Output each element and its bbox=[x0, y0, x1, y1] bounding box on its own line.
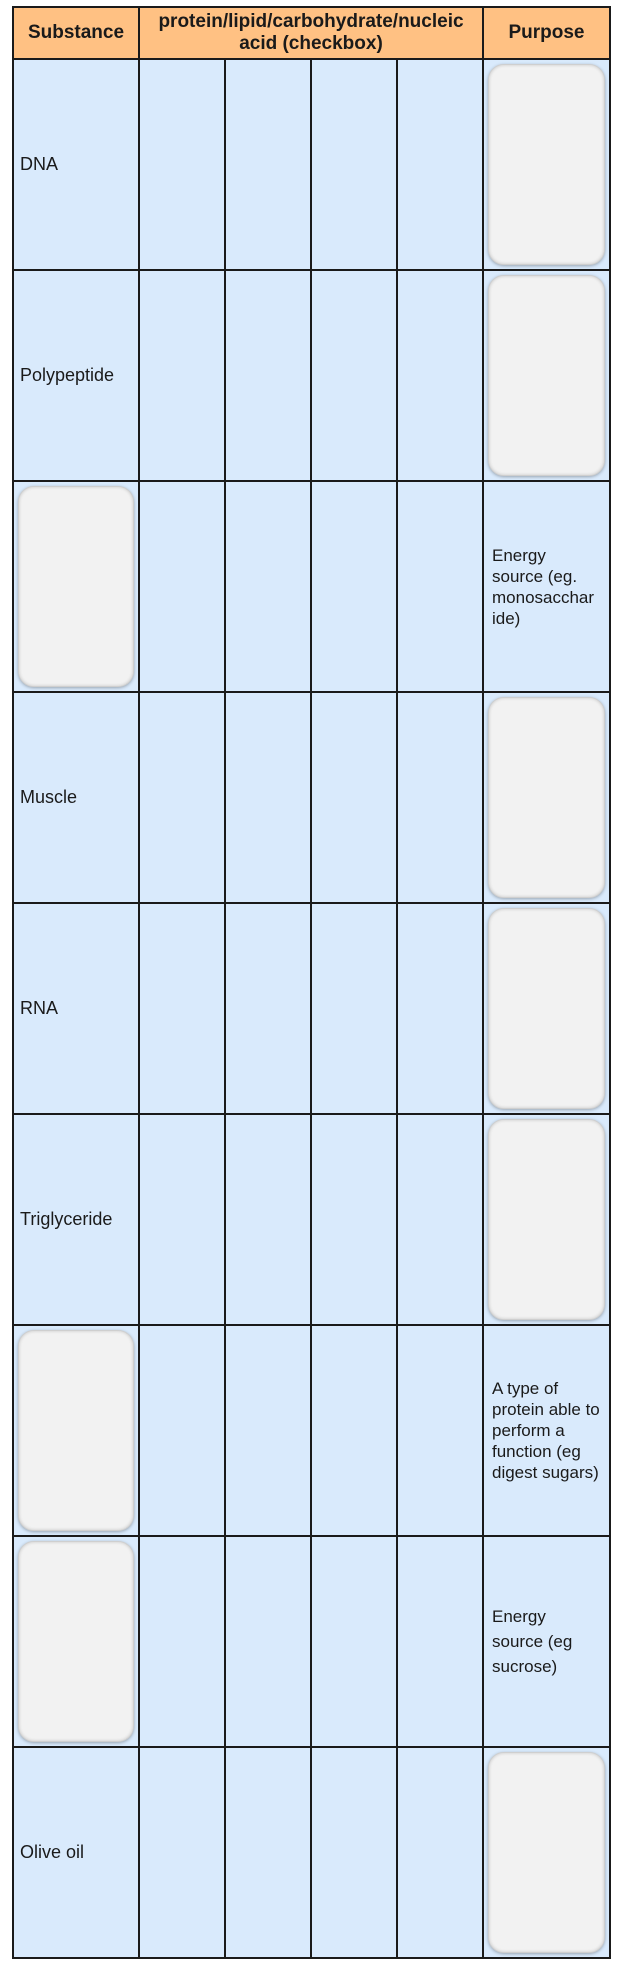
purpose-drop-zone[interactable] bbox=[488, 697, 605, 898]
purpose-cell bbox=[482, 1113, 611, 1326]
substance-cell: Triglyceride bbox=[12, 1113, 140, 1326]
lipid-checkbox-cell[interactable] bbox=[224, 1746, 312, 1959]
table-row: RNA bbox=[12, 902, 611, 1115]
purpose-cell bbox=[482, 269, 611, 482]
lipid-checkbox-cell[interactable] bbox=[224, 58, 312, 271]
purpose-cell bbox=[482, 902, 611, 1115]
carbohydrate-checkbox-cell[interactable] bbox=[310, 1535, 398, 1748]
table-row: Energy source (eg sucrose) bbox=[12, 1535, 611, 1748]
table-row: Olive oil bbox=[12, 1746, 611, 1959]
carbohydrate-checkbox-cell[interactable] bbox=[310, 1746, 398, 1959]
purpose-cell bbox=[482, 58, 611, 271]
nucleic-acid-checkbox-cell[interactable] bbox=[396, 1535, 484, 1748]
header-row: Substance protein/lipid/carbohydrate/nuc… bbox=[12, 6, 611, 60]
purpose-label: Energy source (eg sucrose) bbox=[492, 1607, 573, 1676]
substance-drop-zone[interactable] bbox=[18, 1330, 134, 1531]
protein-checkbox-cell[interactable] bbox=[138, 902, 226, 1115]
protein-checkbox-cell[interactable] bbox=[138, 1535, 226, 1748]
lipid-checkbox-cell[interactable] bbox=[224, 902, 312, 1115]
nucleic-acid-checkbox-cell[interactable] bbox=[396, 1746, 484, 1959]
nucleic-acid-checkbox-cell[interactable] bbox=[396, 1113, 484, 1326]
carbohydrate-checkbox-cell[interactable] bbox=[310, 1324, 398, 1537]
substance-cell: Olive oil bbox=[12, 1746, 140, 1959]
nucleic-acid-checkbox-cell[interactable] bbox=[396, 1324, 484, 1537]
substance-label: RNA bbox=[20, 998, 59, 1018]
substance-cell bbox=[12, 1535, 140, 1748]
purpose-label: Energy source (eg. monosacchar ide) bbox=[492, 545, 595, 628]
classification-header: protein/lipid/carbohydrate/nucleic acid … bbox=[138, 6, 484, 60]
purpose-cell: Energy source (eg sucrose) bbox=[482, 1535, 611, 1748]
substance-label: DNA bbox=[20, 154, 59, 174]
substance-label: Muscle bbox=[20, 787, 78, 807]
lipid-checkbox-cell[interactable] bbox=[224, 480, 312, 693]
table-row: Energy source (eg. monosacchar ide) bbox=[12, 480, 611, 693]
substance-cell: Muscle bbox=[12, 691, 140, 904]
nucleic-acid-checkbox-cell[interactable] bbox=[396, 902, 484, 1115]
nucleic-acid-checkbox-cell[interactable] bbox=[396, 691, 484, 904]
substance-drop-zone[interactable] bbox=[18, 1541, 134, 1742]
purpose-drop-zone[interactable] bbox=[488, 275, 605, 476]
carbohydrate-checkbox-cell[interactable] bbox=[310, 1113, 398, 1326]
substance-label: Triglyceride bbox=[20, 1209, 113, 1229]
purpose-drop-zone[interactable] bbox=[488, 64, 605, 265]
substance-cell bbox=[12, 1324, 140, 1537]
protein-checkbox-cell[interactable] bbox=[138, 269, 226, 482]
lipid-checkbox-cell[interactable] bbox=[224, 1535, 312, 1748]
table-row: DNA bbox=[12, 58, 611, 271]
purpose-cell: A type of protein able to perform a func… bbox=[482, 1324, 611, 1537]
purpose-label: A type of protein able to perform a func… bbox=[492, 1379, 600, 1482]
substance-header: Substance bbox=[12, 6, 140, 60]
substance-cell: Polypeptide bbox=[12, 269, 140, 482]
purpose-drop-zone[interactable] bbox=[488, 1119, 605, 1320]
table-row: Muscle bbox=[12, 691, 611, 904]
substance-cell bbox=[12, 480, 140, 693]
carbohydrate-checkbox-cell[interactable] bbox=[310, 480, 398, 693]
purpose-cell bbox=[482, 1746, 611, 1959]
table-row: A type of protein able to perform a func… bbox=[12, 1324, 611, 1537]
substance-cell: RNA bbox=[12, 902, 140, 1115]
carbohydrate-checkbox-cell[interactable] bbox=[310, 58, 398, 271]
protein-checkbox-cell[interactable] bbox=[138, 1324, 226, 1537]
lipid-checkbox-cell[interactable] bbox=[224, 691, 312, 904]
substance-label: Olive oil bbox=[20, 1842, 85, 1862]
nucleic-acid-checkbox-cell[interactable] bbox=[396, 480, 484, 693]
lipid-checkbox-cell[interactable] bbox=[224, 269, 312, 482]
protein-checkbox-cell[interactable] bbox=[138, 1113, 226, 1326]
lipid-checkbox-cell[interactable] bbox=[224, 1113, 312, 1326]
nucleic-acid-checkbox-cell[interactable] bbox=[396, 269, 484, 482]
purpose-drop-zone[interactable] bbox=[488, 908, 605, 1109]
purpose-header: Purpose bbox=[482, 6, 611, 60]
substance-label: Polypeptide bbox=[20, 365, 115, 385]
substance-cell: DNA bbox=[12, 58, 140, 271]
substance-drop-zone[interactable] bbox=[18, 486, 134, 687]
nucleic-acid-checkbox-cell[interactable] bbox=[396, 58, 484, 271]
protein-checkbox-cell[interactable] bbox=[138, 58, 226, 271]
purpose-cell bbox=[482, 691, 611, 904]
table-row: Polypeptide bbox=[12, 269, 611, 482]
protein-checkbox-cell[interactable] bbox=[138, 691, 226, 904]
purpose-drop-zone[interactable] bbox=[488, 1752, 605, 1953]
protein-checkbox-cell[interactable] bbox=[138, 1746, 226, 1959]
protein-checkbox-cell[interactable] bbox=[138, 480, 226, 693]
carbohydrate-checkbox-cell[interactable] bbox=[310, 269, 398, 482]
carbohydrate-checkbox-cell[interactable] bbox=[310, 902, 398, 1115]
carbohydrate-checkbox-cell[interactable] bbox=[310, 691, 398, 904]
purpose-cell: Energy source (eg. monosacchar ide) bbox=[482, 480, 611, 693]
substance-classification-table: Substance protein/lipid/carbohydrate/nuc… bbox=[12, 6, 611, 1959]
lipid-checkbox-cell[interactable] bbox=[224, 1324, 312, 1537]
table-row: Triglyceride bbox=[12, 1113, 611, 1326]
